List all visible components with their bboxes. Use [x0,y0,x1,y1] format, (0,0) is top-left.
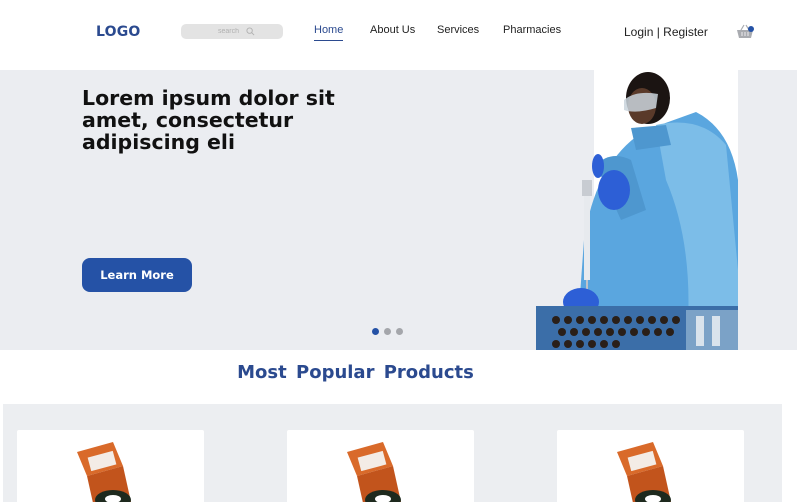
basket-icon[interactable] [736,24,754,40]
nav-about-us[interactable]: About Us [370,24,415,36]
learn-more-button[interactable]: Learn More [82,258,192,292]
carousel-dot[interactable] [396,328,403,335]
search-icon[interactable] [246,27,255,36]
hero-title: Lorem ipsum dolor sit amet, consectetur … [82,86,335,154]
search-bar[interactable] [181,24,283,39]
nav-services[interactable]: Services [437,24,479,36]
products-grid [3,404,782,502]
pill-bottle-image [77,442,131,502]
pill-bottle-image [347,442,401,502]
carousel-dot[interactable] [372,328,379,335]
search-input[interactable] [209,28,239,35]
product-card[interactable] [17,430,204,502]
carousel-dots [372,328,403,335]
nav-home[interactable]: Home [314,24,344,41]
hero-banner: Lorem ipsum dolor sit amet, consectetur … [0,70,797,350]
scientist-photo [536,70,738,350]
nav-pharmacies[interactable]: Pharmacies [503,24,561,36]
logo[interactable]: LOGO [96,24,141,40]
site-header: LOGO Home About Us Services Pharmacies L… [0,0,797,68]
product-card[interactable] [557,430,744,502]
carousel-dot[interactable] [384,328,391,335]
section-title: Most Popular Products [237,362,474,383]
product-card[interactable] [287,430,474,502]
login-register-link[interactable]: Login | Register [624,25,708,39]
pill-bottle-image [617,442,671,502]
